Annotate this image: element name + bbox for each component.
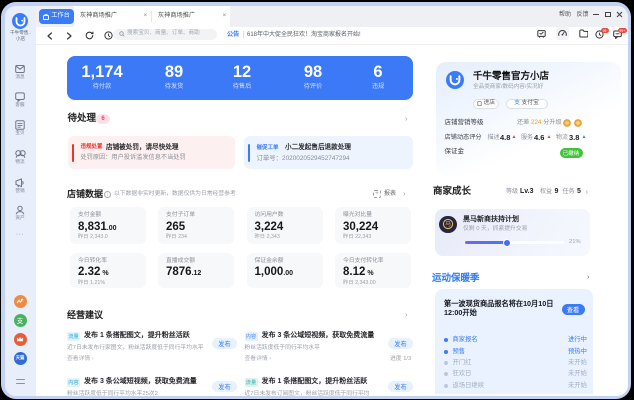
svg-text:马: 马 — [445, 220, 451, 228]
